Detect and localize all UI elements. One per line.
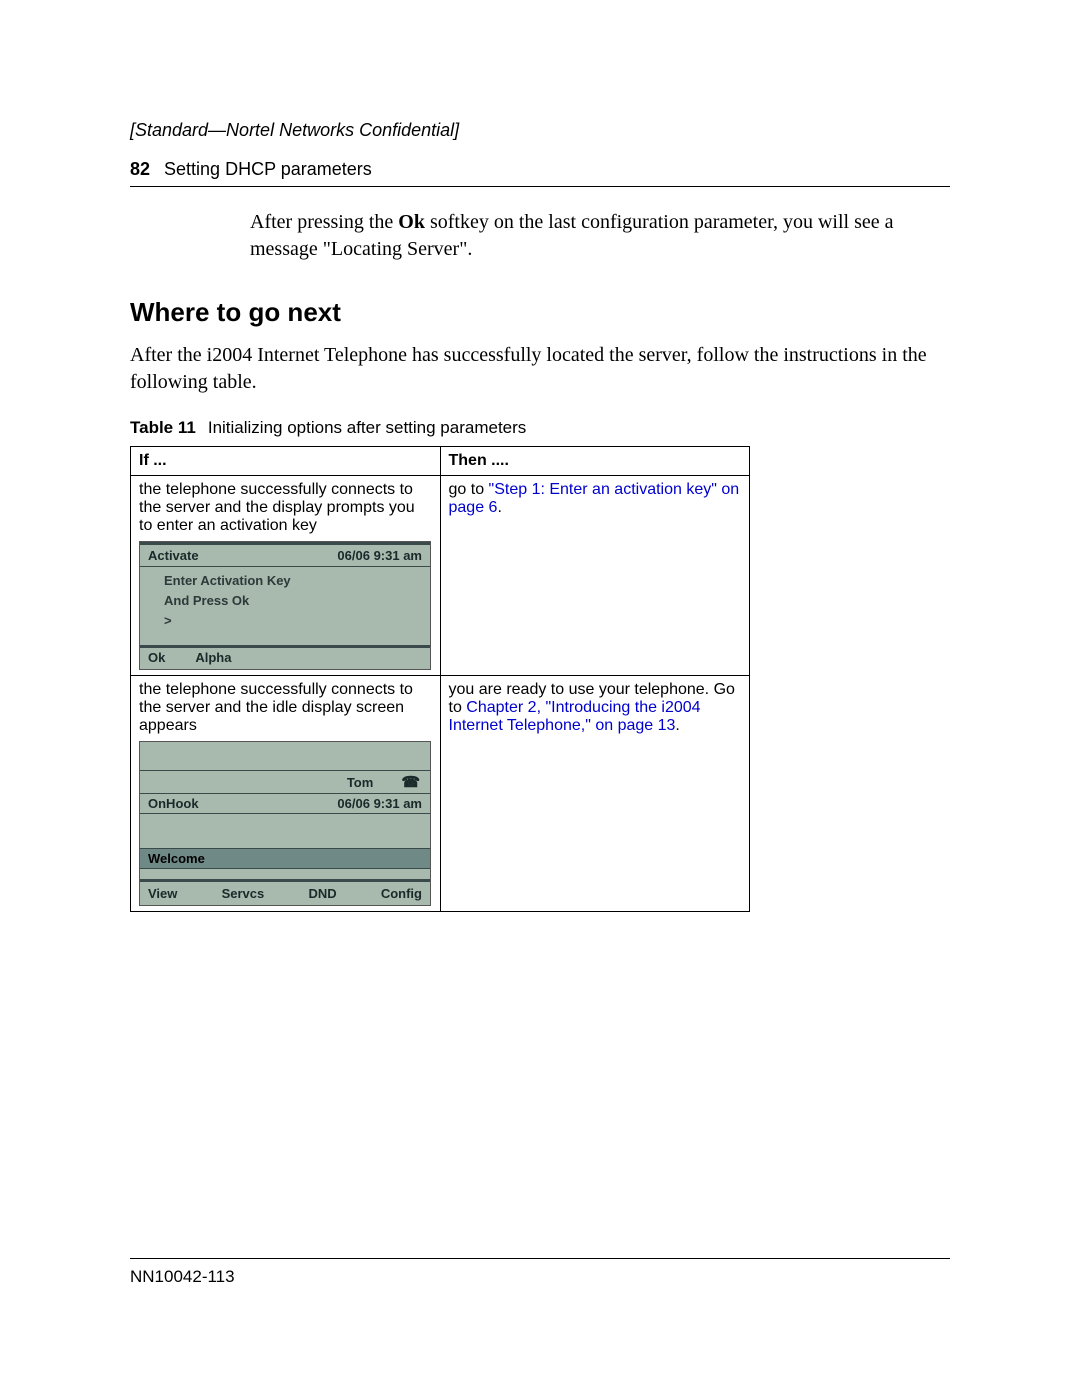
phone-status: OnHook [148, 796, 199, 811]
table-11: If ... Then .... the telephone successfu… [130, 446, 750, 912]
phone-screen-activation: Activate 06/06 9:31 am Enter Activation … [139, 541, 431, 670]
softkey-servcs: Servcs [222, 886, 265, 901]
col-header-if: If ... [131, 447, 441, 476]
footer: NN10042-113 [130, 1258, 950, 1287]
phone-prompt: > [164, 611, 422, 631]
table-row: the telephone successfully connects to t… [131, 476, 750, 676]
table-number: Table 11 [130, 418, 196, 437]
softkey-alpha: Alpha [195, 650, 231, 665]
phone-line: Enter Activation Key [164, 571, 422, 591]
page: [Standard—Nortel Networks Confidential] … [0, 0, 1080, 1397]
section-title: Setting DHCP parameters [164, 159, 372, 179]
telephone-icon: ☎ [401, 773, 420, 791]
softkey-ok: Ok [148, 650, 165, 665]
cell-if-1: the telephone successfully connects to t… [131, 476, 441, 676]
intro-text-a: After pressing the [250, 211, 398, 233]
phone-line: And Press Ok [164, 591, 422, 611]
cell-if-2: the telephone successfully connects to t… [131, 676, 441, 912]
table-title: Initializing options after setting param… [208, 418, 526, 437]
then-text-b: . [497, 499, 501, 516]
heading-where-to-go-next: Where to go next [130, 297, 950, 328]
softkey-view: View [148, 886, 177, 901]
then-text-a: go to [449, 481, 489, 498]
phone-datetime: 06/06 9:31 am [337, 548, 422, 563]
softkey-config: Config [381, 886, 422, 901]
cell-then-1: go to "Step 1: Enter an activation key" … [440, 476, 750, 676]
if-text: the telephone successfully connects to t… [139, 481, 432, 535]
phone-datetime: 06/06 9:31 am [337, 796, 422, 811]
if-text: the telephone successfully connects to t… [139, 681, 432, 735]
link-step1[interactable]: "Step 1: Enter an activation key" on pag… [449, 481, 740, 516]
phone-title: Activate [148, 548, 199, 563]
then-text-b: . [675, 717, 679, 734]
link-chapter2[interactable]: Chapter 2, "Introducing the i2004 Intern… [449, 699, 701, 734]
table-caption: Table 11 Initializing options after setti… [130, 418, 950, 438]
intro-paragraph: After pressing the Ok softkey on the las… [250, 209, 950, 263]
document-id: NN10042-113 [130, 1267, 235, 1286]
running-header: 82 Setting DHCP parameters [130, 159, 950, 187]
cell-then-2: you are ready to use your telephone. Go … [440, 676, 750, 912]
phone-user-name: Tom [347, 775, 373, 790]
table-row: the telephone successfully connects to t… [131, 676, 750, 912]
phone-welcome: Welcome [140, 848, 430, 869]
after-heading-paragraph: After the i2004 Internet Telephone has s… [130, 342, 950, 396]
softkey-dnd: DND [308, 886, 336, 901]
col-header-then: Then .... [440, 447, 750, 476]
page-number: 82 [130, 159, 150, 179]
phone-screen-idle: Tom ☎ OnHook 06/06 9:31 am Welcome View … [139, 741, 431, 906]
confidential-notice: [Standard—Nortel Networks Confidential] [130, 120, 950, 141]
intro-bold: Ok [398, 211, 425, 233]
